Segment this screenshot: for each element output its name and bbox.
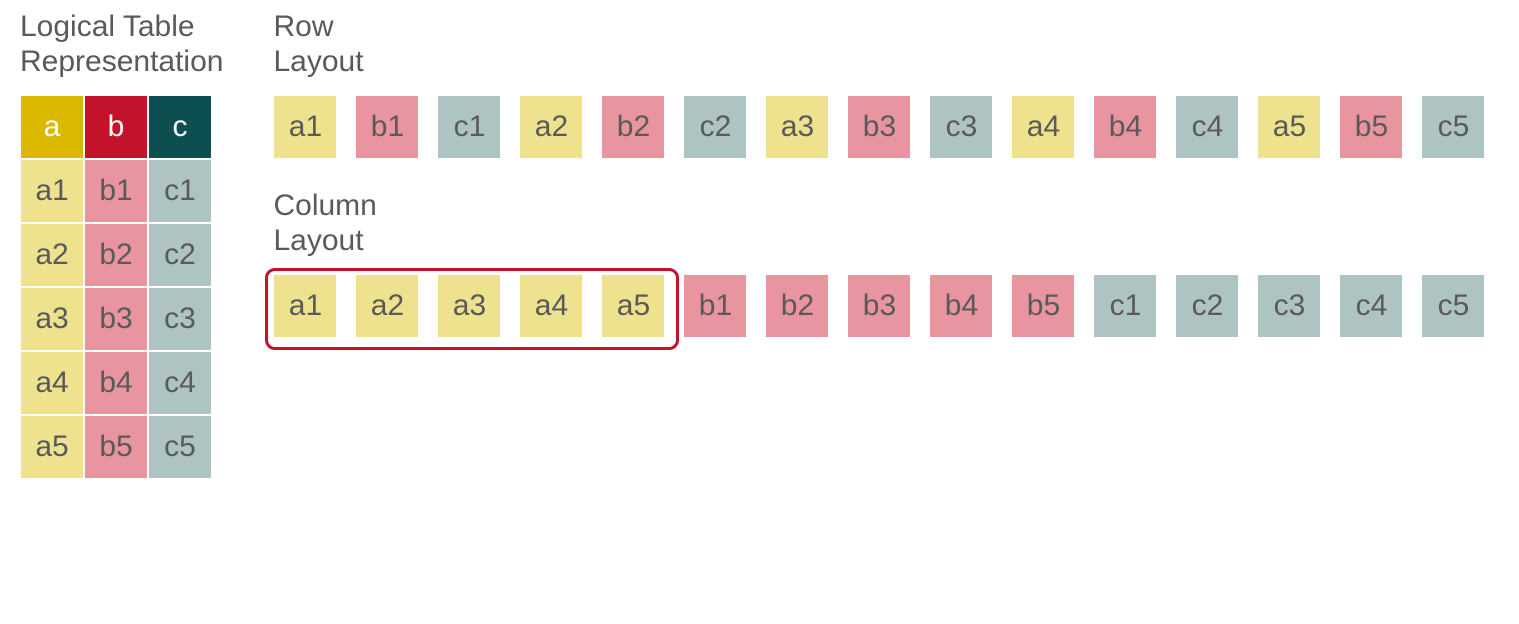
cell-c5: c5	[148, 415, 212, 479]
cell-b5: b5	[84, 415, 148, 479]
col-cell-a4: a4	[519, 274, 583, 338]
table-row: a1 b1 c1	[20, 159, 223, 223]
col-cell-b2: b2	[765, 274, 829, 338]
cell-c4: c4	[148, 351, 212, 415]
table-row: a5 b5 c5	[20, 415, 223, 479]
row-cell-b1: b1	[355, 95, 419, 159]
col-cell-c5: c5	[1421, 274, 1485, 338]
row-cell-b4: b4	[1093, 95, 1157, 159]
row-cell-c4: c4	[1175, 95, 1239, 159]
diagram-root: Logical Table Representation a b c a1 b1…	[0, 0, 1519, 489]
row-layout-strip: a1 b1 c1 a2 b2 c2 a3 b3 c3 a4 b4 c4 a5 b5 c5	[273, 95, 1499, 159]
logical-table: a b c a1 b1 c1 a2 b2 c2 a3 b3 c3 a4	[20, 95, 223, 479]
cell-b1: b1	[84, 159, 148, 223]
row-cell-b5: b5	[1339, 95, 1403, 159]
cell-c2: c2	[148, 223, 212, 287]
row-cell-a3: a3	[765, 95, 829, 159]
col-cell-b5: b5	[1011, 274, 1075, 338]
col-cell-c2: c2	[1175, 274, 1239, 338]
col-cell-c4: c4	[1339, 274, 1403, 338]
col-cell-a2: a2	[355, 274, 419, 338]
row-layout-title: Row Layout	[273, 10, 1499, 79]
row-layout-section: Row Layout a1 b1 c1 a2 b2 c2 a3 b3 c3 a4 b4 c4 a5 b5 c…	[273, 10, 1499, 159]
cell-a3: a3	[20, 287, 84, 351]
column-layout-strip: a1 a2 a3 a4 a5 b1 b2 b3 b4 b5 c1 c2 c3 c4 c5	[273, 274, 1499, 338]
table-row: a2 b2 c2	[20, 223, 223, 287]
logical-header-row: a b c	[20, 95, 223, 159]
col-cell-b3: b3	[847, 274, 911, 338]
header-c: c	[148, 95, 212, 159]
header-a: a	[20, 95, 84, 159]
row-cell-b2: b2	[601, 95, 665, 159]
row-cell-c2: c2	[683, 95, 747, 159]
header-b: b	[84, 95, 148, 159]
layouts-panel: Row Layout a1 b1 c1 a2 b2 c2 a3 b3 c3 a4 b4 c4 a5 b5 c…	[273, 10, 1499, 368]
col-cell-c3: c3	[1257, 274, 1321, 338]
row-cell-c1: c1	[437, 95, 501, 159]
col-cell-b4: b4	[929, 274, 993, 338]
cell-b3: b3	[84, 287, 148, 351]
table-row: a4 b4 c4	[20, 351, 223, 415]
row-cell-a5: a5	[1257, 95, 1321, 159]
cell-a2: a2	[20, 223, 84, 287]
cell-b4: b4	[84, 351, 148, 415]
row-cell-a2: a2	[519, 95, 583, 159]
table-row: a3 b3 c3	[20, 287, 223, 351]
cell-b2: b2	[84, 223, 148, 287]
logical-table-panel: Logical Table Representation a b c a1 b1…	[20, 10, 223, 479]
cell-a4: a4	[20, 351, 84, 415]
col-cell-b1: b1	[683, 274, 747, 338]
column-layout-title: Column Layout	[273, 189, 1499, 258]
row-cell-a1: a1	[273, 95, 337, 159]
cell-c1: c1	[148, 159, 212, 223]
cell-a5: a5	[20, 415, 84, 479]
cell-a1: a1	[20, 159, 84, 223]
cell-c3: c3	[148, 287, 212, 351]
col-cell-c1: c1	[1093, 274, 1157, 338]
column-layout-section: Column Layout a1 a2 a3 a4 a5 b1 b2 b3 b4 b5 c1 c2 c3…	[273, 189, 1499, 338]
col-cell-a5: a5	[601, 274, 665, 338]
col-cell-a3: a3	[437, 274, 501, 338]
row-cell-c5: c5	[1421, 95, 1485, 159]
row-cell-a4: a4	[1011, 95, 1075, 159]
col-cell-a1: a1	[273, 274, 337, 338]
row-cell-c3: c3	[929, 95, 993, 159]
logical-title: Logical Table Representation	[20, 10, 223, 79]
row-cell-b3: b3	[847, 95, 911, 159]
